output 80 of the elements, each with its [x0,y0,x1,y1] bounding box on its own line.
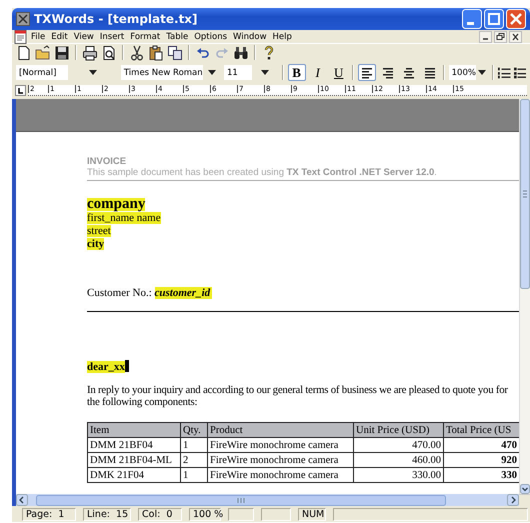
numbered-list-icon[interactable] [498,66,510,78]
menu-item[interactable]: Edit [48,32,71,42]
table-cell: DMM 21BF04 [88,438,180,452]
align-justify-icon [424,66,436,78]
app-icon [16,12,30,26]
menu-item[interactable]: View [70,32,97,42]
menu-item[interactable]: Help [270,32,295,42]
printer-icon[interactable] [82,44,98,60]
menu-item[interactable]: Options [191,32,230,42]
table-cell: 1 [180,468,208,482]
column-header: Unit Price (USD) [354,422,444,438]
dropdown-arrow-icon [89,70,98,75]
menu-item[interactable]: Window [230,32,270,42]
underline-button[interactable]: U [330,64,348,81]
tab-stop-selector[interactable] [15,85,26,96]
minimize-document-button[interactable] [479,30,492,42]
align-right-icon [382,66,394,78]
status-panel [261,508,291,521]
status-panel: Col: 0 [138,508,182,521]
column-header: Product [208,422,354,438]
scroll-thumb[interactable] [520,99,530,289]
table-cell: 1 [180,438,208,452]
font-dropdown[interactable]: Times New Roman [120,65,221,80]
table-cell: FireWire monochrome camera [208,468,354,482]
table-cell: DMK 21F04 [88,468,180,482]
body-paragraph: In reply to your inquiry and according to our general terms of business we are pleased to quote you for the following components: [87,384,509,408]
menu-item[interactable]: Format [127,32,164,42]
table-cell: 470.00 [354,438,444,452]
status-panel: NUM [298,508,326,521]
dropdown-arrow-icon [208,70,216,75]
merge-field: dear_xx [87,361,125,373]
maximize-button[interactable] [484,9,504,29]
column-header: Qty. [180,422,208,438]
bulleted-list-icon[interactable] [514,66,526,78]
document-heading: INVOICE [87,156,128,167]
column-header: Item [88,422,180,438]
minimize-button[interactable] [462,9,482,29]
style-dropdown[interactable]: [Normal] [16,65,118,80]
window-title: TXWords - [template.tx] [34,12,199,26]
binoculars-icon[interactable] [233,44,249,60]
status-panel: 100 % [189,508,221,521]
table-cell: FireWire monochrome camera [208,452,354,468]
customer-label: Customer No.: [87,287,152,299]
table-cell: 2 [180,452,208,468]
status-panel [228,508,254,521]
menu-item[interactable]: File [28,32,48,42]
horizontal-scrollbar[interactable] [16,494,519,506]
align-left-icon [360,66,373,78]
status-panel: Page: 1 [22,508,76,521]
menu-item[interactable]: Table [163,32,192,42]
font-size-dropdown[interactable]: 11 [224,65,278,80]
dropdown-arrow-icon [261,70,270,75]
menu-item[interactable]: Insert [96,32,128,42]
merge-field: first_name name [87,212,161,224]
table-cell: 460.00 [354,452,444,468]
status-panel: Line: 15 [83,508,131,521]
table-cell: FireWire monochrome camera [208,438,354,452]
close-button[interactable] [506,9,526,29]
zoom-dropdown[interactable]: 100% [448,65,488,80]
document-subtitle: This sample document has been created using TX Text Control .NET Server 12.0. [87,167,519,181]
scroll-thumb[interactable] [36,494,446,506]
table-cell: 330.00 [354,468,444,482]
copy-icon[interactable] [167,44,183,60]
column-header: Total Price (US [444,422,519,438]
scissors-icon[interactable] [129,44,145,60]
table-cell: DMM 21BF04-ML [88,452,180,468]
merge-field: city [87,238,104,250]
italic-button[interactable]: I [308,64,327,81]
merge-field: street [87,225,111,237]
dropdown-arrow-icon [478,70,486,75]
clipboard-icon[interactable] [148,44,164,60]
close-document-button[interactable] [509,30,522,42]
vertical-scrollbar[interactable] [519,99,530,494]
align-center-icon [402,66,415,78]
print-preview-icon[interactable] [101,44,117,60]
text-cursor [124,360,129,372]
align-left-button[interactable] [358,64,376,81]
restore-document-button[interactable] [494,30,507,42]
bold-button[interactable]: B [288,64,306,81]
folder-icon[interactable] [35,44,51,60]
